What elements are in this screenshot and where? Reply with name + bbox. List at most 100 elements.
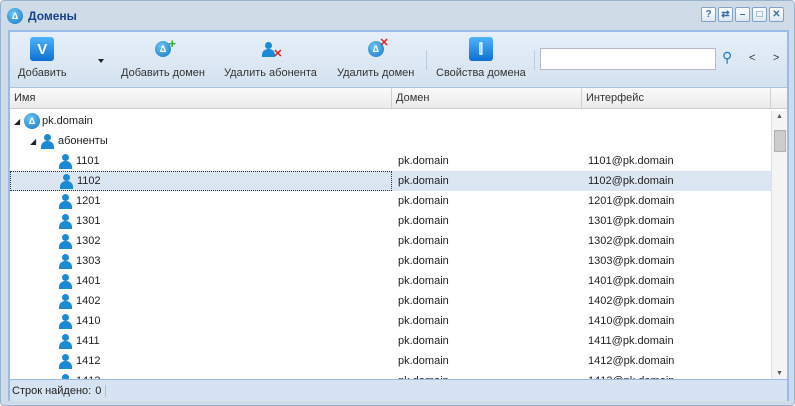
domain-logo-icon: Δ xyxy=(7,8,23,24)
minimize-button[interactable]: – xyxy=(735,7,750,22)
domain-cell: pk.domain xyxy=(398,175,449,187)
interface-cell: 1412@pk.domain xyxy=(588,355,675,367)
table-row[interactable]: 1402 pk.domain 1402@pk.domain xyxy=(10,291,771,311)
next-button[interactable]: > xyxy=(773,52,779,64)
delete-subscriber-label: Удалить абонента xyxy=(224,67,317,79)
name-cell: 1303 xyxy=(10,251,392,271)
interface-cell: 1102@pk.domain xyxy=(588,175,674,187)
prev-button[interactable]: < xyxy=(749,52,755,64)
subscriber-name: 1411 xyxy=(76,335,100,347)
table-row[interactable]: 1410 pk.domain 1410@pk.domain xyxy=(10,311,771,331)
name-cell: 1301 xyxy=(10,211,392,231)
name-cell: 1401 xyxy=(10,271,392,291)
help-button[interactable]: ? xyxy=(701,7,716,22)
grid-header: Имя Домен Интерфейс xyxy=(10,88,787,109)
subscriber-name: 1301 xyxy=(76,215,101,227)
scrollbar-thumb[interactable] xyxy=(774,130,786,152)
subscriber-name: 1302 xyxy=(76,235,101,247)
subscriber-name: 1101 xyxy=(76,155,100,167)
domain-cell: pk.domain xyxy=(398,235,449,247)
toolbar: V Добавить Δ + Добавить домен ✕ Удалить а… xyxy=(10,32,787,88)
user-icon xyxy=(58,273,72,289)
table-row[interactable]: 1302 pk.domain 1302@pk.domain xyxy=(10,231,771,251)
add-label: Добавить xyxy=(18,67,67,79)
status-bar: Строк найдено: 0 xyxy=(10,379,787,401)
user-icon xyxy=(58,213,72,229)
name-cell: 1413 xyxy=(10,371,392,379)
name-cell: 1412 xyxy=(10,351,392,371)
search-input[interactable] xyxy=(540,48,716,70)
table-row[interactable]: 1303 pk.domain 1303@pk.domain xyxy=(10,251,771,271)
name-cell: 1411 xyxy=(10,331,392,351)
table-row[interactable]: 1201 pk.domain 1201@pk.domain xyxy=(10,191,771,211)
add-button[interactable]: V Добавить xyxy=(18,36,67,79)
toolbar-separator xyxy=(426,50,427,70)
root-label: pk.domain xyxy=(42,115,93,127)
rows-found-count: 0 xyxy=(95,384,107,397)
column-header-name[interactable]: Имя xyxy=(10,88,392,109)
delete-subscriber-icon: ✕ xyxy=(257,36,283,62)
user-icon xyxy=(58,253,72,269)
table-row[interactable]: 1413pk.domain1413@pk.domain xyxy=(10,371,771,379)
table-row[interactable]: 1411 pk.domain 1411@pk.domain xyxy=(10,331,771,351)
domain-cell: pk.domain xyxy=(398,275,449,287)
domain-properties-label: Свойства домена xyxy=(436,67,526,79)
name-cell: 1302 xyxy=(10,231,392,251)
user-group-icon xyxy=(40,133,54,149)
tree-node-group[interactable]: ◢ абоненты xyxy=(10,131,771,151)
window-title-text: Домены xyxy=(28,9,77,23)
delete-domain-button[interactable]: Δ ✕ Удалить домен xyxy=(337,36,414,79)
interface-cell: 1303@pk.domain xyxy=(588,255,675,267)
refresh-button[interactable]: ⇄ xyxy=(718,7,733,22)
interface-cell: 1411@pk.domain xyxy=(588,335,674,347)
delete-subscriber-button[interactable]: ✕ Удалить абонента xyxy=(224,36,317,79)
delete-domain-label: Удалить домен xyxy=(337,67,415,79)
interface-cell: 1302@pk.domain xyxy=(588,235,675,247)
user-icon xyxy=(58,313,72,329)
domain-cell: pk.domain xyxy=(398,215,449,227)
subscriber-name: 1102 xyxy=(77,175,101,187)
name-cell: 1102 xyxy=(10,171,392,191)
tree-grid: ◢ Δ pk.domain ◢ абоненты 1101 pk.domain 11… xyxy=(10,111,771,379)
interface-cell: 1301@pk.domain xyxy=(588,215,675,227)
user-icon xyxy=(58,233,72,249)
add-domain-button[interactable]: Δ + Добавить домен xyxy=(121,36,205,79)
interface-cell: 1410@pk.domain xyxy=(588,315,675,327)
search-icon[interactable]: ⚲ xyxy=(722,49,732,66)
interface-cell: 1401@pk.domain xyxy=(588,275,675,287)
scroll-up-icon[interactable]: ▲ xyxy=(776,113,783,120)
close-button[interactable]: ✕ xyxy=(769,7,784,22)
domain-cell: pk.domain xyxy=(398,355,449,367)
user-icon xyxy=(58,353,72,369)
column-header-domain[interactable]: Домен xyxy=(392,88,582,109)
domain-cell: pk.domain xyxy=(398,315,449,327)
window-title: Δ Домены xyxy=(7,7,77,25)
name-cell: 1410 xyxy=(10,311,392,331)
table-row[interactable]: 1412 pk.domain 1412@pk.domain xyxy=(10,351,771,371)
table-row[interactable]: 1102 pk.domain 1102@pk.domain xyxy=(10,171,771,191)
interface-cell: 1402@pk.domain xyxy=(588,295,675,307)
tree-node-root[interactable]: ◢ Δ pk.domain xyxy=(10,111,771,131)
scroll-down-icon[interactable]: ▼ xyxy=(776,370,783,377)
expand-triangle-icon[interactable]: ◢ xyxy=(14,117,24,126)
toolbar-separator xyxy=(534,50,535,70)
add-domain-label: Добавить домен xyxy=(121,67,205,79)
interface-cell: 1201@pk.domain xyxy=(588,195,675,207)
domain-cell: pk.domain xyxy=(398,255,449,267)
domain-cell: pk.domain xyxy=(398,195,449,207)
rows-found-label: Строк найдено: xyxy=(12,384,92,397)
column-header-interface[interactable]: Интерфейс xyxy=(582,88,771,109)
table-row[interactable]: 1401 pk.domain 1401@pk.domain xyxy=(10,271,771,291)
vertical-scrollbar[interactable]: ▲ ▼ xyxy=(771,111,787,379)
domain-properties-button[interactable]: ⫿ Свойства домена xyxy=(436,36,526,79)
interface-cell: 1101@pk.domain xyxy=(588,155,674,167)
subscriber-name: 1402 xyxy=(76,295,101,307)
table-row[interactable]: 1301 pk.domain 1301@pk.domain xyxy=(10,211,771,231)
add-dropdown-arrow-icon[interactable] xyxy=(98,59,104,63)
maximize-button[interactable]: □ xyxy=(752,7,767,22)
add-v-icon: V xyxy=(29,36,55,62)
domain-cell: pk.domain xyxy=(398,335,449,347)
user-icon xyxy=(58,293,72,309)
table-row[interactable]: 1101 pk.domain 1101@pk.domain xyxy=(10,151,771,171)
expand-triangle-icon[interactable]: ◢ xyxy=(30,137,40,146)
